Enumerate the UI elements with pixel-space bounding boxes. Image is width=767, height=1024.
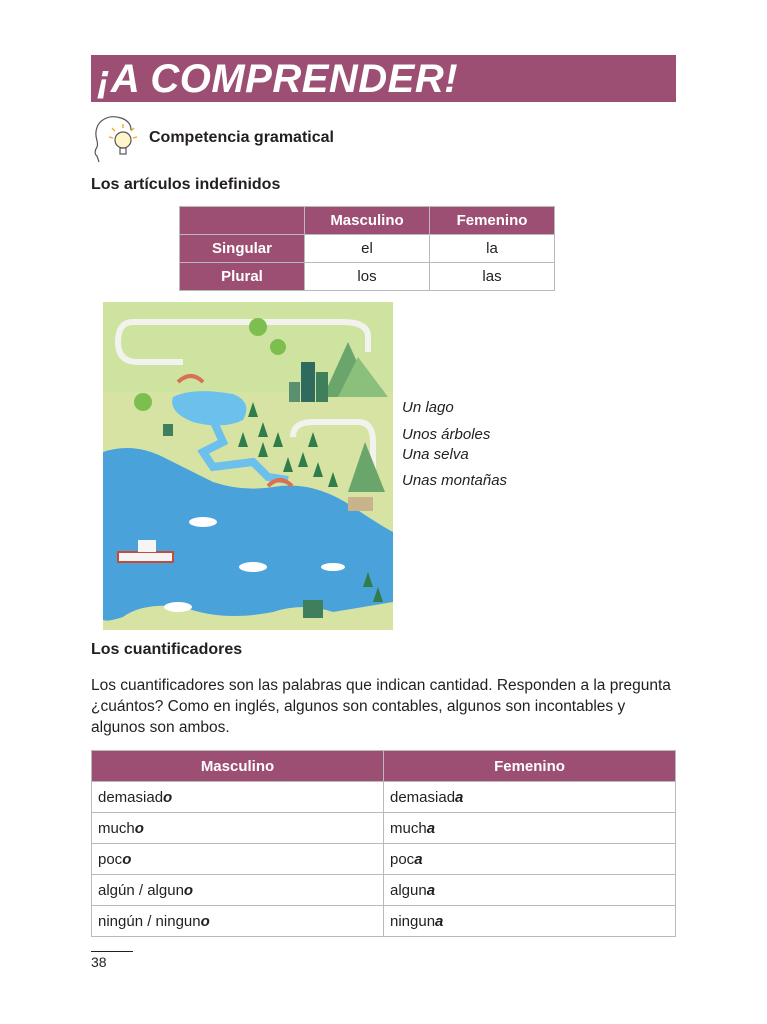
word-stem: algún / algun	[98, 881, 184, 899]
head-lightbulb-icon	[94, 116, 138, 163]
table-cell: poco	[91, 843, 384, 875]
table-cell: la	[429, 234, 555, 263]
articles-table: Masculino Femenino Singular el la Plural…	[179, 206, 555, 291]
articles-heading: Los artículos indefinidos	[91, 176, 281, 193]
quantifiers-table: Masculino Femenino demasiado demasiada m…	[91, 750, 676, 937]
section-header: Competencia gramatical	[91, 112, 491, 164]
word-stem: ningun	[390, 912, 436, 930]
table-header-row: Masculino Femenino	[91, 750, 676, 782]
word-ending: a	[435, 912, 444, 930]
word-stem: demasiad	[98, 788, 164, 806]
word-stem: much	[98, 819, 135, 837]
table-cell: demasiado	[91, 781, 384, 813]
table-cell: ninguna	[383, 905, 676, 937]
table-header-cell: Masculino	[304, 206, 430, 235]
word-stem: poc	[98, 850, 123, 868]
table-cell: demasiada	[383, 781, 676, 813]
table-header-cell: Femenino	[429, 206, 555, 235]
word-ending: a	[414, 850, 423, 868]
page-title: ¡A COMPRENDER!	[97, 57, 459, 101]
table-row: ningún / ninguno ninguna	[91, 905, 676, 937]
word-stem: ningún / ningun	[98, 912, 201, 930]
row-label: Plural	[179, 262, 305, 291]
map-illustration	[103, 302, 393, 630]
section-label: Competencia gramatical	[149, 129, 334, 146]
map-label: Unas montañas	[402, 472, 508, 489]
map-label: Unos árboles	[402, 426, 491, 443]
word-stem: algun	[390, 881, 427, 899]
page-number-rule	[91, 951, 133, 952]
word-ending: o	[183, 881, 194, 899]
table-header-cell	[179, 206, 305, 235]
word-ending: o	[122, 850, 132, 868]
table-row: poco poca	[91, 843, 676, 875]
table-cell: las	[429, 262, 555, 291]
table-row: Plural los las	[179, 262, 555, 291]
table-cell: algún / alguno	[91, 874, 384, 906]
row-label: Singular	[179, 234, 305, 263]
word-stem: demasiad	[390, 788, 456, 806]
table-cell: el	[304, 234, 430, 263]
word-ending: a	[426, 881, 436, 899]
title-banner: ¡A COMPRENDER!	[91, 55, 676, 102]
table-header-cell: Femenino	[383, 750, 676, 782]
page-number: 38	[91, 954, 107, 970]
table-row: Singular el la	[179, 234, 555, 263]
table-header-cell: Masculino	[91, 750, 384, 782]
table-cell: ningún / ninguno	[91, 905, 384, 937]
word-ending: o	[200, 912, 210, 930]
table-header-row: Masculino Femenino	[179, 206, 555, 235]
table-row: algún / alguno alguna	[91, 874, 676, 906]
quantifiers-paragraph: Los cuantificadores son las palabras que…	[91, 677, 671, 736]
table-cell: mucho	[91, 812, 384, 844]
word-stem: much	[390, 819, 427, 837]
map-label: Un lago	[402, 399, 454, 416]
quantifiers-heading: Los cuantificadores	[91, 641, 243, 658]
word-stem: poc	[390, 850, 415, 868]
map-label: Una selva	[402, 446, 469, 463]
table-cell: mucha	[383, 812, 676, 844]
table-row: demasiado demasiada	[91, 781, 676, 813]
word-ending: a	[455, 788, 464, 806]
table-cell: alguna	[383, 874, 676, 906]
table-cell: poca	[383, 843, 676, 875]
word-ending: a	[426, 819, 436, 837]
word-ending: o	[134, 819, 144, 837]
word-ending: o	[163, 788, 173, 806]
table-cell: los	[304, 262, 430, 291]
table-row: mucho mucha	[91, 812, 676, 844]
